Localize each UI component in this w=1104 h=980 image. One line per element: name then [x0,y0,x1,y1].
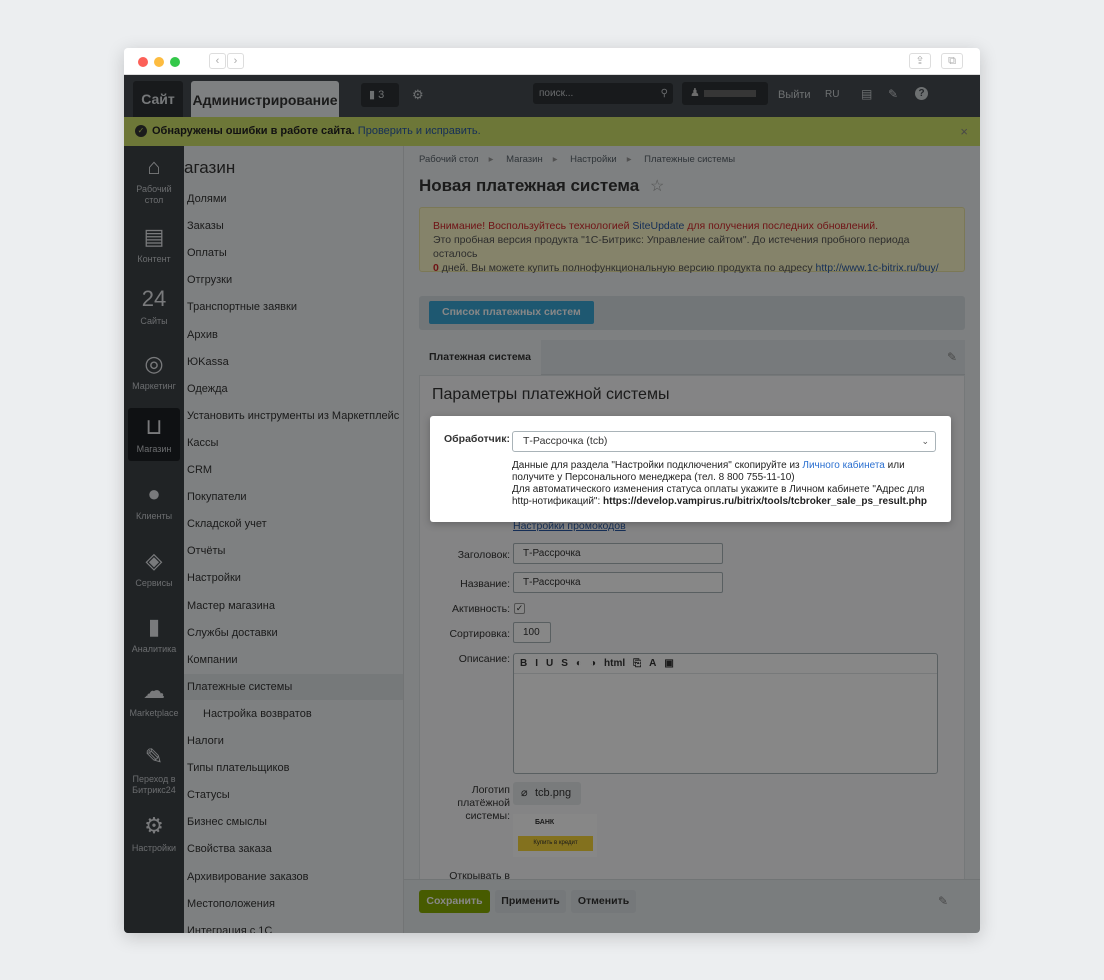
browser-titlebar: ‹ › ⇪ ⧉ [124,48,980,75]
handler-select[interactable]: Т-Рассрочка (tcb) ⌄ [512,431,936,452]
handler-highlight-popup: Обработчик: Т-Рассрочка (tcb) ⌄ Данные дл… [430,416,951,522]
handler-info: Данные для раздела "Настройки подключени… [512,460,942,508]
share-icon[interactable]: ⇪ [909,53,931,69]
chevron-down-icon: ⌄ [921,436,929,446]
minimize-window-button[interactable] [154,57,164,67]
maximize-window-button[interactable] [170,57,180,67]
handler-label: Обработчик: [444,433,510,445]
notification-url: https://develop.vampirus.ru/bitrix/tools… [603,496,927,507]
tabs-icon[interactable]: ⧉ [941,53,963,69]
browser-window: ‹ › ⇪ ⧉ Сайт Администрирование ▮ 3 ⚙ пои… [124,48,980,933]
forward-icon[interactable]: › [227,53,244,69]
close-window-button[interactable] [138,57,148,67]
info-text: Данные для раздела "Настройки подключени… [512,460,803,471]
personal-account-link[interactable]: Личного кабинета [802,460,884,471]
back-icon[interactable]: ‹ [209,53,226,69]
handler-value: Т-Рассрочка (tcb) [523,435,608,447]
